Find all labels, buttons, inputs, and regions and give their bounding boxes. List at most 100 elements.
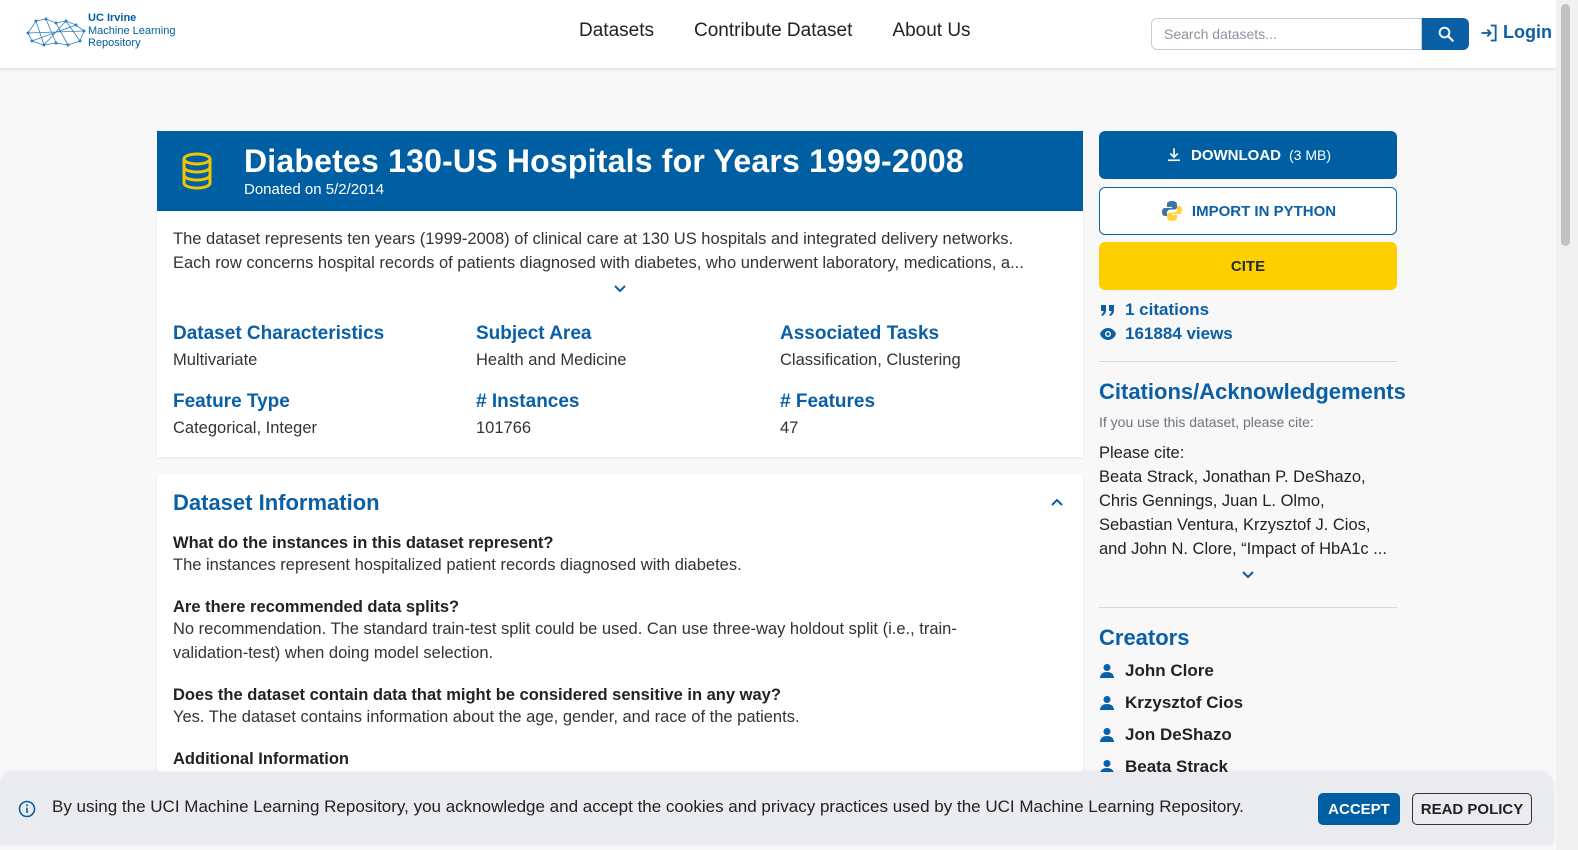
network-logo-icon [26,17,86,47]
char-label: Subject Area [476,323,592,344]
char-features: # Features 47 [780,391,875,438]
cite-line: Chris Gennings, Juan L. Olmo, [1099,492,1325,510]
expand-summary-chevron-down-icon[interactable] [613,283,627,293]
qa-item: What do the instances in this dataset re… [173,534,1043,577]
char-subject-area: Subject Area Health and Medicine [476,323,626,370]
download-size: (3 MB) [1289,147,1331,163]
qa-item: Does the dataset contain data that might… [173,686,1043,729]
char-dataset-characteristics: Dataset Characteristics Multivariate [173,323,384,370]
user-icon [1100,696,1114,710]
summary-line-2: Each row concerns hospital records of pa… [173,254,1024,272]
cite-button[interactable]: CITE [1099,242,1397,290]
creator-name: Jon DeShazo [1125,725,1232,744]
page-scrollbar[interactable] [1556,0,1578,850]
char-associated-tasks: Associated Tasks Classification, Cluster… [780,323,961,370]
site-logo[interactable]: UC Irvine Machine Learning Repository [24,12,175,50]
cite-line: Beata Strack, Jonathan P. DeShazo, [1099,468,1366,486]
creators-title: Creators [1099,625,1190,650]
creator-item: John Clore [1099,661,1214,681]
import-in-python-button[interactable]: IMPORT IN PYTHON [1099,187,1397,235]
login-label: Login [1503,22,1552,42]
char-value: Health and Medicine [476,351,627,369]
search-button[interactable] [1422,18,1469,50]
download-label: DOWNLOAD [1191,146,1281,164]
citations-acknowledgements-title: Citations/Acknowledgements [1099,379,1406,404]
qa-question: What do the instances in this dataset re… [173,534,554,552]
char-value: Classification, Clustering [780,351,961,369]
cite-label: CITE [1230,257,1266,275]
dataset-title-banner: Diabetes 130-US Hospitals for Years 1999… [157,131,1083,211]
logo-line-2: Machine Learning [88,24,176,37]
expand-citation-chevron-down-icon[interactable] [1241,569,1255,579]
database-icon [182,152,212,190]
user-icon [1100,664,1114,678]
login-icon [1481,24,1497,41]
cookie-consent-banner: By using the UCI Machine Learning Reposi… [0,772,1553,845]
login-button[interactable]: Login [1479,22,1552,43]
char-label: # Instances [476,391,580,412]
read-policy-button[interactable]: READ POLICY [1412,793,1532,825]
char-value: Categorical, Integer [173,419,317,437]
collapse-chevron-up-icon[interactable] [1050,498,1064,508]
char-label: Dataset Characteristics [173,323,385,344]
nav-about-us[interactable]: About Us [892,20,970,42]
citations-label: 1 citations [1125,300,1210,319]
qa-answer-line-1: No recommendation. The standard train-te… [173,620,957,638]
scrollbar-thumb[interactable] [1561,4,1570,246]
qa-answer: The instances represent hospitalized pat… [173,556,742,574]
search-icon [1438,26,1454,42]
download-icon [1168,148,1180,162]
char-value: 47 [780,419,799,437]
dataset-title: Diabetes 130-US Hospitals for Years 1999… [244,143,964,179]
search-bar [1151,18,1469,50]
creator-name: Krzysztof Cios [1125,693,1244,712]
logo-line-1: UC Irvine [88,12,137,24]
logo-line-3: Repository [88,37,141,49]
cite-line: Please cite: [1099,444,1185,462]
dataset-summary: The dataset represents ten years (1999-2… [173,227,1068,275]
site-header: UC Irvine Machine Learning Repository Da… [0,0,1556,68]
user-icon [1100,728,1114,742]
citations-note: If you use this dataset, please cite: [1099,414,1314,430]
char-feature-type: Feature Type Categorical, Integer [173,391,317,438]
views-label: 161884 views [1125,324,1233,343]
cite-line: Sebastian Ventura, Krzysztof J. Cios, [1099,516,1371,534]
creator-item: Jon DeShazo [1099,725,1232,745]
summary-line-1: The dataset represents ten years (1999-2… [173,230,1014,248]
accept-button[interactable]: ACCEPT [1318,793,1400,825]
cite-line: and John N. Clore, “Impact of HbA1c ... [1099,540,1387,558]
main-nav: Datasets Contribute Dataset About Us [579,20,971,42]
char-instances: # Instances 101766 [476,391,580,438]
nav-contribute-dataset[interactable]: Contribute Dataset [694,20,852,42]
eye-icon [1100,328,1116,340]
dataset-information-title[interactable]: Dataset Information [173,490,380,516]
dataset-summary-card: The dataset represents ten years (1999-2… [157,211,1083,457]
citation-text: Please cite: Beata Strack, Jonathan P. D… [1099,441,1399,561]
qa-item: Are there recommended data splits? No re… [173,598,1043,665]
creator-name: John Clore [1125,661,1214,680]
char-label: Feature Type [173,391,290,412]
char-label: Associated Tasks [780,323,940,344]
quote-icon [1101,305,1114,316]
divider [1099,607,1397,608]
donated-date: Donated on 5/2/2014 [244,181,385,198]
char-value: Multivariate [173,351,258,369]
divider [1099,361,1397,362]
python-icon [1161,201,1182,221]
qa-question: Additional Information [173,750,349,768]
qa-answer: Yes. The dataset contains information ab… [173,708,800,726]
citations-count[interactable]: 1 citations [1099,300,1209,320]
char-label: # Features [780,391,876,412]
qa-item: Additional Information [173,750,1043,769]
qa-question: Does the dataset contain data that might… [173,686,781,704]
info-icon [18,800,36,818]
nav-datasets[interactable]: Datasets [579,20,654,42]
search-input[interactable] [1151,18,1422,50]
creator-item: Krzysztof Cios [1099,693,1243,713]
import-in-python-label: IMPORT IN PYTHON [1191,202,1337,220]
char-value: 101766 [476,419,532,437]
download-button[interactable]: DOWNLOAD (3 MB) [1099,131,1397,179]
qa-question: Are there recommended data splits? [173,598,460,616]
views-count: 161884 views [1099,324,1233,344]
cookie-text: By using the UCI Machine Learning Reposi… [52,797,1244,816]
